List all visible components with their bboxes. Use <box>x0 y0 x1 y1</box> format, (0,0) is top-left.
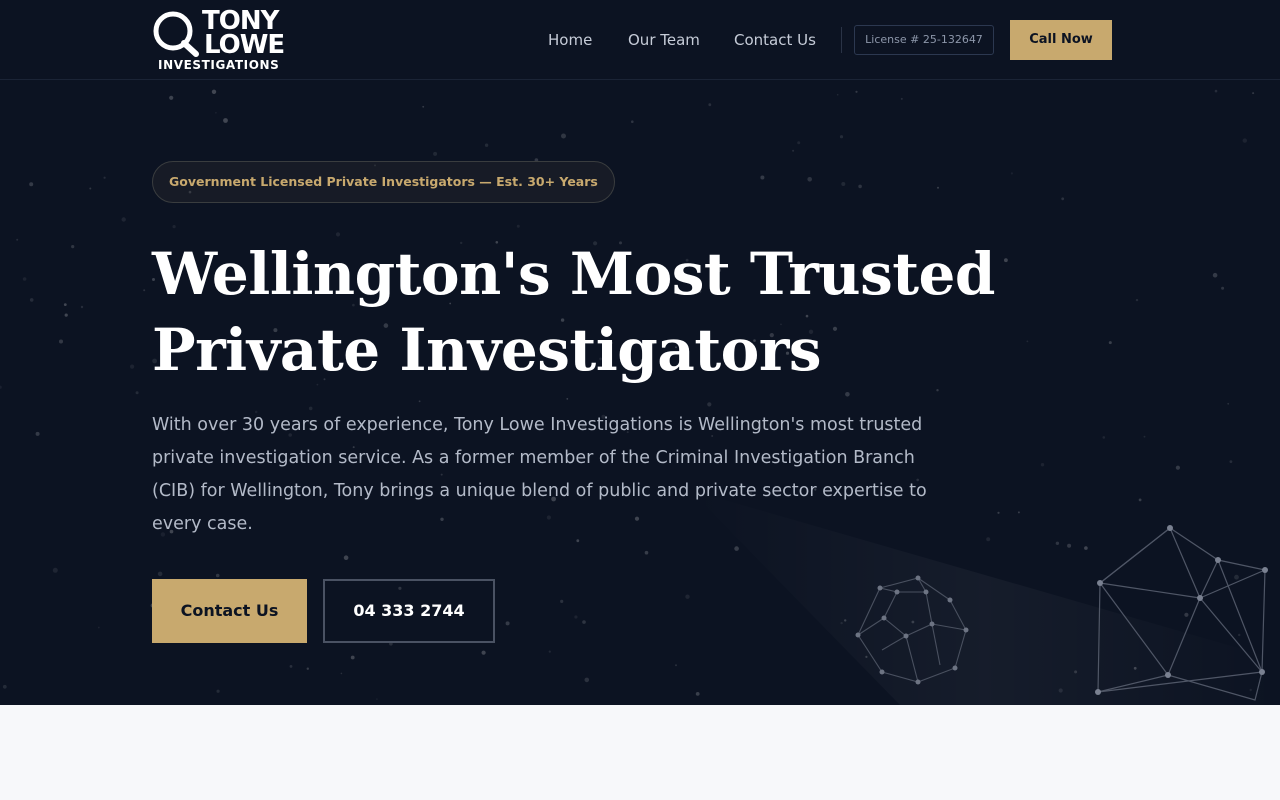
top-navigation: TONY LOWE INVESTIGATIONS Home Our Team C… <box>0 0 1280 80</box>
nav-link-home[interactable]: Home <box>548 30 592 50</box>
magnifying-glass-icon <box>153 11 199 57</box>
license-badge: License # 25-132647 <box>854 25 994 55</box>
nav-divider <box>841 27 842 53</box>
logo-text-lowe: LOWE <box>204 30 285 60</box>
phone-number-button[interactable]: 04 333 2744 <box>323 579 495 643</box>
nav-link-our-team[interactable]: Our Team <box>628 30 700 50</box>
contact-us-button[interactable]: Contact Us <box>152 579 307 643</box>
brand-logo[interactable]: TONY LOWE INVESTIGATIONS <box>152 8 285 74</box>
nav-link-contact-us[interactable]: Contact Us <box>734 30 816 50</box>
licensed-badge: Government Licensed Private Investigator… <box>152 161 615 203</box>
hero-section: TONY LOWE INVESTIGATIONS Home Our Team C… <box>0 0 1280 705</box>
hero-headline-line-1: Wellington's Most Trusted <box>152 240 995 308</box>
hero-description: With over 30 years of experience, Tony L… <box>152 415 927 534</box>
call-now-button[interactable]: Call Now <box>1010 20 1112 60</box>
hero-headline: Wellington's Most Trusted Private Invest… <box>152 236 1012 388</box>
next-section <box>0 705 1280 800</box>
logo-text-investigations: INVESTIGATIONS <box>158 58 280 72</box>
hero-headline-line-2: Private Investigators <box>152 316 822 384</box>
